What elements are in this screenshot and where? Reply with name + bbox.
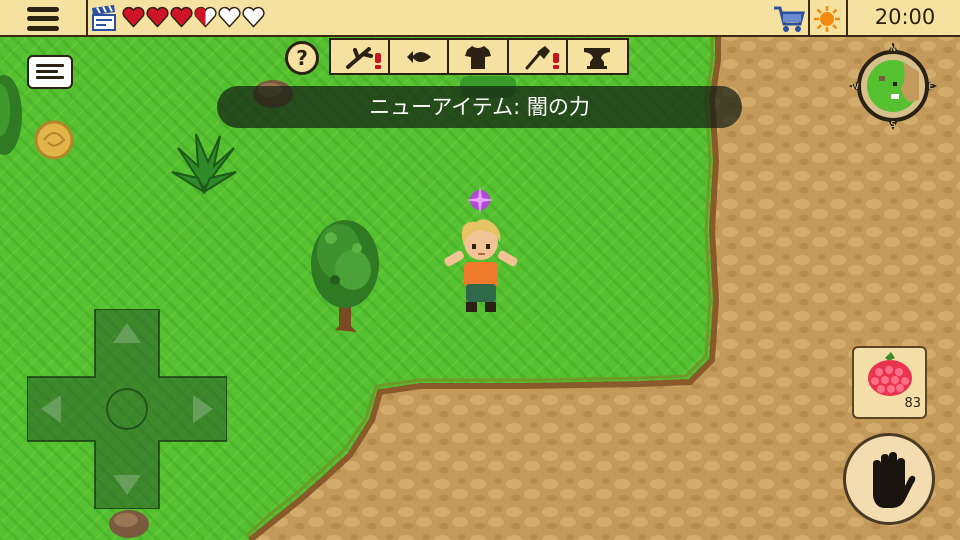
player-character[interactable] — [440, 180, 522, 320]
shovel-icon — [525, 46, 550, 70]
heart-full-icon — [146, 6, 169, 28]
tree — [311, 220, 379, 332]
tool-slot-shovel[interactable] — [509, 40, 568, 73]
hamburger-menu-icon — [27, 6, 59, 31]
new-item-notification: ニューアイテム: 闇の力 — [217, 86, 742, 128]
menu-button[interactable] — [0, 0, 86, 37]
tool-slot-branch[interactable] — [331, 40, 391, 73]
tree-edge — [0, 75, 22, 155]
hand-icon — [873, 452, 916, 508]
heart-full-icon — [122, 6, 145, 28]
item-count: 83 — [904, 396, 921, 411]
clapperboard-icon[interactable] — [90, 4, 118, 32]
compass-minimap-icon — [849, 42, 937, 130]
compass-letter: N — [890, 44, 896, 53]
heart-empty-icon — [242, 6, 265, 28]
compass-letter: W — [851, 82, 859, 91]
tool-slot-fish[interactable] — [390, 40, 450, 73]
game-clock: 20:00 — [874, 5, 936, 29]
hay-bale — [34, 120, 74, 160]
sun-icon — [814, 6, 840, 32]
chat-message-icon — [36, 64, 64, 67]
divider — [86, 0, 88, 37]
directional-pad[interactable] — [27, 309, 227, 509]
shirt-icon — [465, 46, 492, 69]
alert-icon — [552, 53, 559, 69]
crafting-toolbar — [329, 38, 629, 75]
action-hand-button[interactable] — [843, 433, 935, 525]
branch-tool-icon — [346, 47, 373, 69]
heart-full-icon — [170, 6, 193, 28]
divider — [846, 0, 848, 37]
compass-letter: S — [890, 120, 895, 129]
divider — [808, 0, 810, 37]
tool-slot-clothing[interactable] — [449, 40, 509, 73]
help-button[interactable]: ? — [285, 41, 319, 75]
raspberry-icon — [868, 352, 912, 396]
top-bar: 20:00 — [0, 0, 960, 37]
heart-empty-icon — [218, 6, 241, 28]
bush — [171, 133, 237, 195]
dark-power-item-icon — [466, 186, 494, 214]
shopping-cart-icon[interactable] — [772, 4, 806, 34]
quick-item-slot[interactable]: 83 — [852, 346, 927, 419]
chat-button[interactable] — [27, 55, 73, 89]
heart-half-icon — [194, 6, 217, 28]
anvil-icon — [583, 48, 610, 69]
health-hearts — [122, 6, 265, 30]
tool-slot-anvil[interactable] — [568, 40, 627, 73]
compass-minimap[interactable]: N E S W — [849, 42, 937, 130]
fish-icon — [407, 51, 432, 63]
rock — [109, 510, 149, 538]
compass-letter: E — [928, 82, 933, 91]
alert-icon — [375, 53, 382, 69]
